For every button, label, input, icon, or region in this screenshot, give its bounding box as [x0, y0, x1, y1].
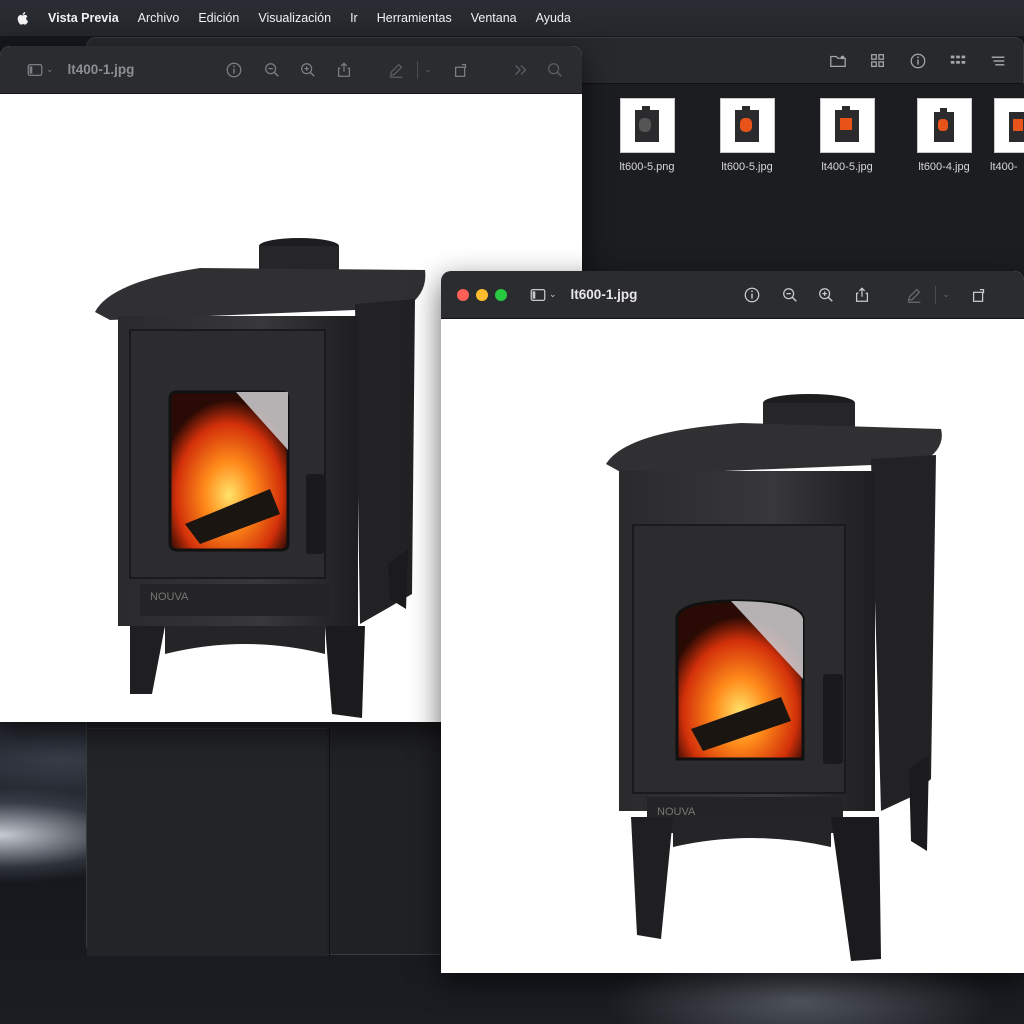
menu-archivo[interactable]: Archivo — [138, 11, 180, 25]
menu-ayuda[interactable]: Ayuda — [536, 11, 571, 25]
thumbnail-image — [994, 98, 1024, 153]
window-title: lt400-1.jpg — [67, 62, 135, 77]
zoom-in-icon[interactable] — [811, 280, 841, 310]
minimize-button[interactable] — [476, 288, 488, 301]
rotate-icon[interactable] — [964, 280, 994, 310]
toolbar-separator — [417, 60, 419, 79]
file-thumbnail[interactable]: lt600-5.jpg — [707, 98, 787, 173]
thumbnail-image — [619, 98, 675, 153]
thumbnail-image — [819, 98, 875, 153]
zoom-out-icon[interactable] — [775, 280, 805, 310]
zoom-button[interactable] — [495, 288, 507, 301]
column-divider — [329, 729, 330, 957]
stove-brand-label: NOUVA — [657, 806, 696, 818]
menu-visualizacion[interactable]: Visualización — [258, 11, 331, 25]
preview-toolbar: ⌄ lt600-1.jpg ⌄ — [441, 271, 1024, 319]
menu-ir[interactable]: Ir — [350, 11, 358, 25]
stove-image: NOUVA — [606, 394, 942, 961]
preview-toolbar: ⌄ lt400-1.jpg ⌄ — [0, 46, 582, 94]
zoom-out-icon[interactable] — [257, 55, 287, 85]
thumbnail-label: lt600-4.jpg — [918, 161, 970, 173]
menu-herramientas[interactable]: Herramientas — [377, 11, 452, 25]
close-button[interactable] — [457, 288, 469, 301]
preview-window-front: ⌄ lt600-1.jpg ⌄ NOUVA — [441, 271, 1024, 973]
chevron-down-icon[interactable]: ⌄ — [549, 289, 557, 300]
chevron-down-icon[interactable]: ⌄ — [46, 64, 54, 75]
zoom-in-icon[interactable] — [293, 55, 323, 85]
menu-bar: Vista Previa Archivo Edición Visualizaci… — [0, 0, 1024, 36]
more-icon[interactable] — [506, 55, 536, 85]
thumbnail-label: lt600-5.jpg — [721, 161, 773, 173]
grid-view-icon[interactable] — [867, 50, 889, 72]
chevron-down-icon[interactable]: ⌄ — [942, 289, 950, 300]
group-icon[interactable] — [947, 50, 969, 72]
thumbnail-label: lt400- — [990, 161, 1018, 173]
share-icon[interactable] — [329, 55, 359, 85]
menu-ventana[interactable]: Ventana — [471, 11, 517, 25]
thumbnail-label: lt400-5.jpg — [821, 161, 873, 173]
menu-edicion[interactable]: Edición — [198, 11, 239, 25]
window-controls — [457, 288, 507, 301]
stove-brand-label: NOUVA — [150, 591, 189, 603]
file-thumbnail[interactable]: lt400-5.jpg — [807, 98, 887, 173]
search-icon[interactable] — [540, 55, 570, 85]
sort-list-icon[interactable] — [987, 50, 1009, 72]
markup-icon[interactable] — [899, 280, 929, 310]
apple-icon[interactable] — [14, 9, 32, 27]
chevron-down-icon[interactable]: ⌄ — [424, 64, 432, 75]
thumbnail-label: lt600-5.png — [619, 161, 675, 173]
window-title: lt600-1.jpg — [570, 287, 638, 302]
info-icon[interactable] — [737, 280, 767, 310]
file-thumbnail[interactable]: lt600-4.jpg — [904, 98, 984, 173]
share-icon[interactable] — [847, 280, 877, 310]
toolbar-separator — [935, 285, 937, 304]
thumbnail-image — [916, 98, 972, 153]
image-canvas: NOUVA — [441, 319, 1024, 973]
markup-icon[interactable] — [381, 55, 411, 85]
rotate-icon[interactable] — [446, 55, 476, 85]
finder-sidebar-lower — [87, 728, 330, 957]
thumbnail-image — [719, 98, 775, 153]
info-icon[interactable] — [907, 50, 929, 72]
file-thumbnail[interactable]: lt400- — [984, 98, 1024, 173]
info-icon[interactable] — [219, 55, 249, 85]
file-thumbnail[interactable]: lt600-5.png — [607, 98, 687, 173]
new-folder-icon[interactable] — [827, 50, 849, 72]
menu-app-name[interactable]: Vista Previa — [48, 11, 119, 25]
